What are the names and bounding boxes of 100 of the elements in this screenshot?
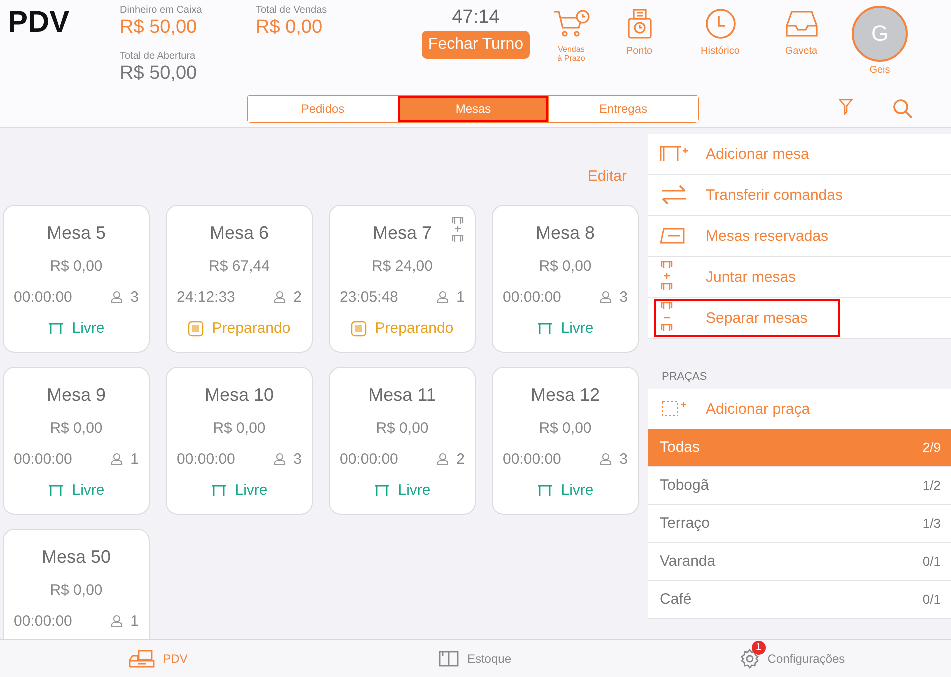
bottom-tab[interactable]: PDV: [0, 640, 317, 677]
search-icon[interactable]: [893, 99, 913, 119]
person-icon: [436, 291, 449, 304]
area-item[interactable]: Varanda 0/1: [648, 543, 951, 581]
table-card[interactable]: Mesa 6 R$ 67,44 24:12:33 2 Preparando: [166, 205, 313, 353]
filter-icon[interactable]: [839, 99, 853, 115]
guest-count: 1: [130, 613, 139, 630]
stat-label: Total de Abertura: [120, 50, 197, 62]
stat-value: R$ 50,00: [120, 62, 198, 84]
bottom-tab[interactable]: 1 Configurações: [634, 640, 951, 677]
table-name: Mesa 10: [204, 385, 274, 406]
table-card[interactable]: Mesa 10 R$ 0,00 00:00:00 3 Livre: [166, 367, 313, 515]
table-status: Preparando: [375, 320, 454, 337]
table-status: Livre: [561, 482, 594, 499]
elapsed-time: 24:12:33: [177, 289, 236, 306]
view-tab[interactable]: Entregas: [548, 96, 698, 122]
elapsed-time: 00:00:00: [14, 613, 72, 630]
shortcut-label[interactable]: Gaveta: [785, 46, 818, 57]
guest-count: 3: [294, 451, 302, 468]
view-tab[interactable]: Pedidos: [248, 96, 398, 122]
table-card[interactable]: Mesa 5 R$ 0,00 00:00:00 3 Livre: [3, 205, 150, 353]
table-status: Livre: [398, 482, 431, 499]
table-card[interactable]: Mesa 50 R$ 0,00 00:00:00 1: [3, 529, 150, 639]
person-icon: [600, 291, 612, 304]
shortcut-label[interactable]: Vendas à Prazo: [558, 46, 586, 64]
table-amount: R$ 67,44: [209, 258, 270, 275]
table-name: Mesa 11: [368, 385, 436, 406]
person-icon: [110, 291, 123, 304]
guest-count: 2: [294, 289, 302, 306]
guest-count: 3: [130, 289, 139, 306]
table-name: Mesa 50: [42, 547, 112, 568]
table-name: Mesa 8: [536, 223, 596, 244]
cart-clock-icon: [552, 9, 590, 39]
stat-label: Total de Vendas: [256, 5, 328, 16]
area-item[interactable]: Café 0/1: [648, 581, 951, 619]
person-icon: [600, 453, 612, 466]
person-icon: [436, 453, 449, 466]
guest-count: 1: [456, 289, 465, 306]
box-icon: [439, 650, 460, 666]
add-area-icon: [662, 400, 688, 418]
cash-register-icon: [129, 650, 156, 668]
transfer-arrows-icon: [660, 185, 688, 205]
time-clock-icon: [628, 9, 652, 39]
guest-count: 3: [620, 289, 628, 306]
view-tab[interactable]: Mesas: [398, 96, 548, 122]
elapsed-time: 00:00:00: [340, 451, 398, 468]
preparing-icon: [188, 320, 204, 336]
elapsed-time: 00:00:00: [14, 451, 72, 468]
table-icon: [537, 484, 554, 496]
person-icon: [110, 615, 123, 628]
add-area-item[interactable]: Adicionar praça: [648, 389, 951, 429]
table-card[interactable]: Mesa 11 R$ 0,00 00:00:00 2 Livre: [329, 367, 476, 515]
table-status: Preparando: [212, 320, 291, 337]
reserved-table-icon: [660, 228, 686, 244]
table-icon: [48, 322, 64, 334]
table-name: Mesa 5: [46, 223, 106, 244]
table-card[interactable]: Mesa 9 R$ 0,00 00:00:00 1 Livre: [3, 367, 150, 515]
table-action-item[interactable]: Separar mesas: [648, 298, 951, 339]
guest-count: 2: [456, 451, 465, 468]
table-status: Livre: [72, 482, 105, 499]
table-status: Livre: [561, 320, 594, 337]
table-amount: R$ 0,00: [539, 420, 592, 437]
table-icon: [374, 484, 390, 496]
elapsed-time: 00:00:00: [503, 451, 562, 468]
user-name: Geis: [870, 65, 890, 76]
stat-value: R$ 0,00: [256, 17, 324, 39]
table-card[interactable]: Mesa 7 R$ 24,00 23:05:48 1 Preparando: [329, 205, 476, 353]
table-name: Mesa 9: [46, 385, 106, 406]
table-icon: [537, 322, 554, 334]
table-action-item[interactable]: Mesas reservadas: [648, 216, 951, 257]
shortcut-label[interactable]: Ponto: [626, 46, 653, 57]
preparing-icon: [351, 320, 368, 336]
area-item[interactable]: Todas 2/9: [648, 429, 951, 467]
edit-link[interactable]: Editar: [588, 168, 627, 185]
table-name: Mesa 7: [372, 223, 432, 244]
guest-count: 3: [620, 451, 628, 468]
gear-icon: [740, 648, 760, 668]
table-icon: [211, 484, 228, 496]
user-avatar[interactable]: G: [852, 6, 908, 62]
bottom-tab[interactable]: Estoque: [317, 640, 634, 677]
area-item[interactable]: Terraço 1/3: [648, 505, 951, 543]
elapsed-time: 23:05:48: [340, 289, 398, 306]
table-action-item[interactable]: Adicionar mesa: [648, 134, 951, 175]
table-status: Livre: [72, 320, 105, 337]
close-shift-button[interactable]: Fechar Turno: [422, 31, 530, 59]
clock-icon: [704, 8, 736, 40]
table-amount: R$ 0,00: [50, 582, 103, 599]
table-card[interactable]: Mesa 12 R$ 0,00 00:00:00 3 Livre: [492, 367, 639, 515]
table-action-item[interactable]: Transferir comandas: [648, 175, 951, 216]
shortcut-label[interactable]: Histórico: [701, 46, 740, 57]
table-amount: R$ 24,00: [372, 258, 433, 275]
table-card[interactable]: Mesa 8 R$ 0,00 00:00:00 3 Livre: [492, 205, 639, 353]
elapsed-time: 00:00:00: [14, 289, 72, 306]
person-icon: [110, 453, 123, 466]
area-item[interactable]: Tobogã 1/2: [648, 467, 951, 505]
notification-badge: 1: [752, 640, 766, 654]
stat-value: R$ 50,00: [120, 17, 198, 39]
stat-label: Dinheiro em Caixa: [120, 5, 204, 16]
table-action-item[interactable]: Juntar mesas: [648, 257, 951, 298]
elapsed-time: 00:00:00: [177, 451, 236, 468]
